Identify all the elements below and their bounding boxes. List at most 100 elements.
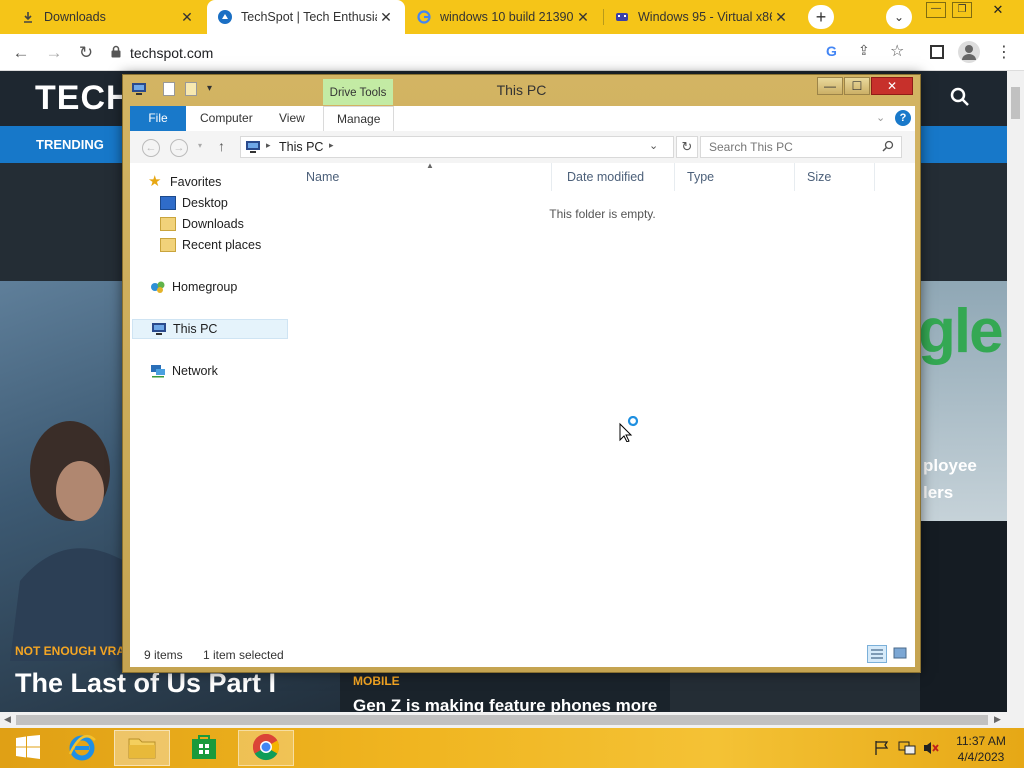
forward-icon[interactable]: → bbox=[170, 139, 188, 157]
status-item-count: 9 items bbox=[144, 648, 183, 662]
article-headline[interactable]: Gen Z is making feature phones more bbox=[353, 696, 657, 712]
google-lens-icon[interactable]: G bbox=[826, 43, 837, 59]
busy-cursor-icon bbox=[618, 415, 640, 445]
close-tab-icon[interactable]: ✕ bbox=[574, 9, 592, 26]
search-input[interactable]: Search This PC bbox=[700, 136, 902, 158]
minimize-icon[interactable]: — bbox=[926, 2, 946, 18]
window-title: This PC bbox=[496, 82, 547, 98]
hero-snippet[interactable]: ployee bbox=[923, 456, 977, 476]
up-icon[interactable]: ↑ bbox=[218, 138, 225, 154]
forward-icon[interactable]: → bbox=[43, 42, 65, 64]
minimize-icon[interactable]: — bbox=[817, 77, 843, 95]
share-icon[interactable]: ⇪ bbox=[858, 42, 870, 59]
column-header-type[interactable]: Type bbox=[675, 163, 795, 191]
reload-icon[interactable]: ↻ bbox=[75, 42, 97, 64]
nav-favorites[interactable]: ★ Favorites bbox=[148, 172, 306, 192]
scroll-thumb[interactable] bbox=[16, 715, 988, 725]
quick-access-dropdown-icon[interactable]: ▾ bbox=[207, 83, 212, 94]
horizontal-scrollbar[interactable]: ◀ ▶ bbox=[0, 712, 1024, 728]
url-bar[interactable]: techspot.com G ⇪ ☆ bbox=[110, 37, 920, 67]
hero-snippet[interactable]: lers bbox=[923, 483, 953, 503]
site-search-icon[interactable] bbox=[950, 87, 970, 110]
explorer-window: This PC ▾ Drive Tools — ☐ ✕ File Compute… bbox=[122, 74, 921, 673]
menu-kebab-icon[interactable]: ⋮ bbox=[996, 42, 1012, 62]
techspot-icon bbox=[217, 9, 233, 25]
clock-time: 11:37 AM bbox=[956, 734, 1006, 748]
back-icon[interactable]: ← bbox=[10, 42, 32, 64]
nav-this-pc[interactable]: This PC bbox=[132, 319, 288, 339]
close-window-icon[interactable]: ✕ bbox=[978, 2, 1018, 18]
scroll-left-icon[interactable]: ◀ bbox=[4, 714, 11, 725]
details-view-icon[interactable] bbox=[867, 645, 887, 663]
address-toolbar: ← → ↻ techspot.com G ⇪ ☆ ⋮ bbox=[0, 34, 1024, 71]
tab-google-search[interactable]: windows 10 build 21390 ✕ bbox=[406, 0, 602, 34]
column-header-size[interactable]: Size bbox=[795, 163, 875, 191]
volume-muted-icon[interactable] bbox=[922, 740, 940, 759]
network-status-icon[interactable] bbox=[898, 740, 916, 759]
action-center-flag-icon[interactable] bbox=[874, 740, 890, 759]
tab-file[interactable]: File bbox=[130, 106, 186, 131]
column-header-name[interactable]: Name bbox=[294, 163, 552, 191]
url-text: techspot.com bbox=[130, 45, 214, 61]
properties-icon[interactable] bbox=[163, 82, 175, 96]
profile-avatar-icon[interactable] bbox=[958, 41, 980, 63]
close-icon[interactable]: ✕ bbox=[871, 77, 913, 95]
lock-icon bbox=[110, 45, 122, 61]
tab-search-button[interactable]: ⌄ bbox=[886, 5, 912, 29]
large-icons-view-icon[interactable] bbox=[891, 645, 911, 663]
trending-link[interactable]: TRENDING bbox=[36, 137, 104, 152]
this-pc-icon bbox=[245, 140, 261, 157]
nav-homegroup[interactable]: Homegroup bbox=[150, 277, 308, 297]
vertical-scrollbar[interactable] bbox=[1007, 71, 1024, 712]
tab-manage[interactable]: Manage bbox=[323, 106, 395, 131]
maximize-icon[interactable]: ☐ bbox=[844, 77, 870, 95]
article-tag[interactable]: NOT ENOUGH VRAI bbox=[15, 644, 128, 658]
taskbar-store[interactable] bbox=[176, 730, 232, 766]
scroll-thumb[interactable] bbox=[1011, 87, 1020, 119]
bookmark-star-icon[interactable]: ☆ bbox=[890, 41, 904, 61]
system-clock[interactable]: 11:37 AM 4/4/2023 bbox=[948, 733, 1014, 765]
back-icon[interactable]: ← bbox=[142, 139, 160, 157]
clock-date: 4/4/2023 bbox=[957, 750, 1005, 764]
new-tab-button[interactable]: + bbox=[808, 5, 834, 29]
tab-title: TechSpot | Tech Enthusiast bbox=[241, 10, 377, 24]
close-tab-icon[interactable]: ✕ bbox=[178, 9, 196, 26]
new-folder-icon[interactable] bbox=[185, 82, 197, 96]
tab-downloads[interactable]: Downloads ✕ bbox=[10, 0, 206, 34]
search-icon[interactable] bbox=[882, 140, 894, 155]
restore-icon[interactable]: ❐ bbox=[952, 2, 972, 18]
empty-folder-message: This folder is empty. bbox=[549, 207, 656, 221]
breadcrumb-chevron-icon[interactable]: ▸ bbox=[329, 140, 334, 151]
file-list-pane: ▲ Name Date modified Type Size This fold… bbox=[290, 161, 915, 653]
site-logo[interactable]: TECH bbox=[35, 79, 132, 118]
hero-google-text: gle bbox=[918, 297, 1004, 366]
taskbar-internet-explorer[interactable] bbox=[54, 730, 110, 766]
close-tab-icon[interactable]: ✕ bbox=[772, 9, 790, 26]
address-box[interactable]: ▸ This PC ▸ ⌄ bbox=[240, 136, 674, 158]
tab-computer[interactable]: Computer bbox=[187, 106, 266, 131]
expand-ribbon-icon[interactable]: ⌄ bbox=[876, 111, 885, 124]
nav-network[interactable]: Network bbox=[150, 361, 308, 381]
tab-title: Windows 95 - Virtual x86 bbox=[638, 10, 772, 24]
search-placeholder: Search This PC bbox=[709, 140, 793, 154]
refresh-icon[interactable]: ↻ bbox=[676, 136, 698, 158]
scroll-right-icon[interactable]: ▶ bbox=[994, 714, 1001, 725]
tab-techspot[interactable]: TechSpot | Tech Enthusiast ✕ bbox=[207, 0, 405, 34]
tab-view[interactable]: View bbox=[266, 106, 318, 131]
tab-virtual-x86[interactable]: Windows 95 - Virtual x86 ✕ bbox=[604, 0, 800, 34]
article-tag[interactable]: MOBILE bbox=[353, 674, 400, 688]
help-icon[interactable]: ? bbox=[895, 110, 911, 126]
side-panel-icon[interactable] bbox=[930, 45, 944, 59]
breadcrumb-this-pc[interactable]: This PC bbox=[279, 140, 323, 154]
desktop-icon bbox=[160, 196, 176, 210]
taskbar-chrome[interactable] bbox=[238, 730, 294, 766]
address-dropdown-icon[interactable]: ⌄ bbox=[649, 139, 658, 152]
hero-image-right-bottom[interactable] bbox=[920, 521, 1007, 712]
recent-locations-icon[interactable]: ▾ bbox=[198, 141, 202, 150]
column-header-date-modified[interactable]: Date modified bbox=[555, 163, 675, 191]
windows-logo-icon bbox=[15, 734, 41, 762]
start-button[interactable] bbox=[0, 730, 56, 766]
taskbar-file-explorer[interactable] bbox=[114, 730, 170, 766]
close-tab-icon[interactable]: ✕ bbox=[377, 9, 395, 26]
breadcrumb-chevron-icon[interactable]: ▸ bbox=[266, 140, 271, 151]
